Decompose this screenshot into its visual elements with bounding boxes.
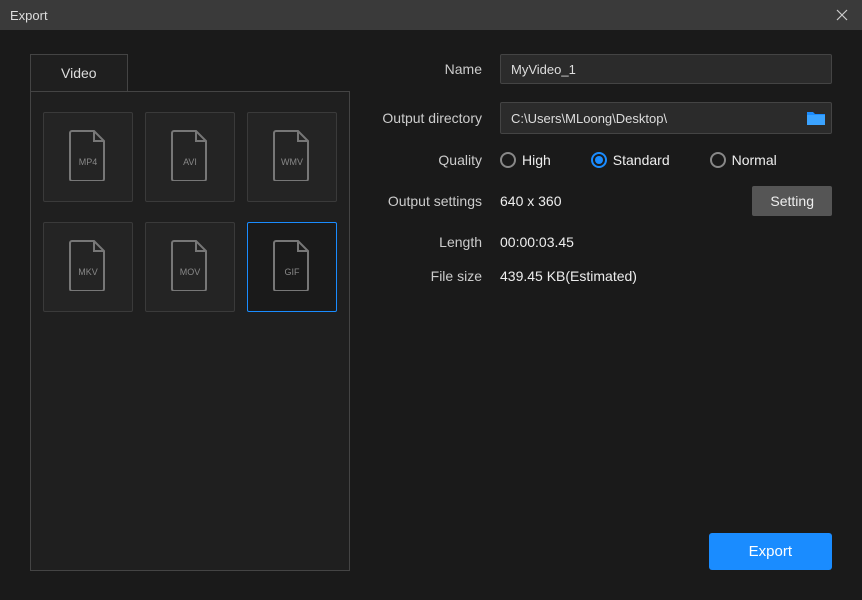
- setting-button[interactable]: Setting: [752, 186, 832, 216]
- format-wmv[interactable]: WMV: [247, 112, 337, 202]
- file-mov-icon: MOV: [168, 239, 212, 296]
- quality-high[interactable]: High: [500, 152, 551, 168]
- label-file-size: File size: [370, 268, 500, 284]
- row-name: Name: [370, 54, 832, 84]
- file-size-value: 439.45 KB(Estimated): [500, 268, 637, 284]
- row-file-size: File size 439.45 KB(Estimated): [370, 268, 832, 284]
- file-gif-icon: GIF: [270, 239, 314, 296]
- file-mp4-icon: MP4: [66, 129, 110, 186]
- browse-folder-button[interactable]: [805, 109, 827, 127]
- svg-text:WMV: WMV: [281, 157, 303, 167]
- length-value: 00:00:03.45: [500, 234, 574, 250]
- label-output-settings: Output settings: [370, 193, 500, 209]
- format-grid: MP4 AVI WMV MKV MOV GIF: [30, 91, 350, 571]
- quality-label: Standard: [613, 152, 670, 168]
- label-name: Name: [370, 61, 500, 77]
- row-quality: Quality High Standard Normal: [370, 152, 832, 168]
- export-button[interactable]: Export: [709, 533, 832, 570]
- radio-icon: [591, 152, 607, 168]
- left-panel: Video MP4 AVI WMV MKV MOV GIF: [30, 54, 350, 580]
- titlebar: Export: [0, 0, 862, 30]
- tab-video[interactable]: Video: [30, 54, 128, 91]
- output-directory-input[interactable]: [501, 103, 805, 133]
- format-mkv[interactable]: MKV: [43, 222, 133, 312]
- label-length: Length: [370, 234, 500, 250]
- label-output-directory: Output directory: [370, 110, 500, 126]
- svg-text:AVI: AVI: [183, 157, 197, 167]
- close-button[interactable]: [832, 5, 852, 25]
- file-wmv-icon: WMV: [270, 129, 314, 186]
- quality-standard[interactable]: Standard: [591, 152, 670, 168]
- row-length: Length 00:00:03.45: [370, 234, 832, 250]
- file-avi-icon: AVI: [168, 129, 212, 186]
- tabs: Video: [30, 54, 350, 91]
- format-mp4[interactable]: MP4: [43, 112, 133, 202]
- svg-text:MP4: MP4: [79, 157, 98, 167]
- radio-icon: [710, 152, 726, 168]
- content: Video MP4 AVI WMV MKV MOV GIF Name: [0, 30, 862, 600]
- svg-text:MKV: MKV: [78, 267, 98, 277]
- quality-normal[interactable]: Normal: [710, 152, 777, 168]
- label-quality: Quality: [370, 152, 500, 168]
- row-output-directory: Output directory: [370, 102, 832, 134]
- close-icon: [836, 9, 848, 21]
- folder-icon: [806, 110, 826, 126]
- row-output-settings: Output settings 640 x 360 Setting: [370, 186, 832, 216]
- right-panel: Name Output directory: [350, 54, 832, 580]
- name-input[interactable]: [500, 54, 832, 84]
- format-gif[interactable]: GIF: [247, 222, 337, 312]
- format-avi[interactable]: AVI: [145, 112, 235, 202]
- quality-label: Normal: [732, 152, 777, 168]
- window-title: Export: [10, 8, 48, 23]
- resolution-value: 640 x 360: [500, 193, 562, 209]
- svg-text:MOV: MOV: [180, 267, 201, 277]
- file-mkv-icon: MKV: [66, 239, 110, 296]
- svg-text:GIF: GIF: [285, 267, 301, 277]
- quality-radio-group: High Standard Normal: [500, 152, 777, 168]
- format-mov[interactable]: MOV: [145, 222, 235, 312]
- radio-icon: [500, 152, 516, 168]
- quality-label: High: [522, 152, 551, 168]
